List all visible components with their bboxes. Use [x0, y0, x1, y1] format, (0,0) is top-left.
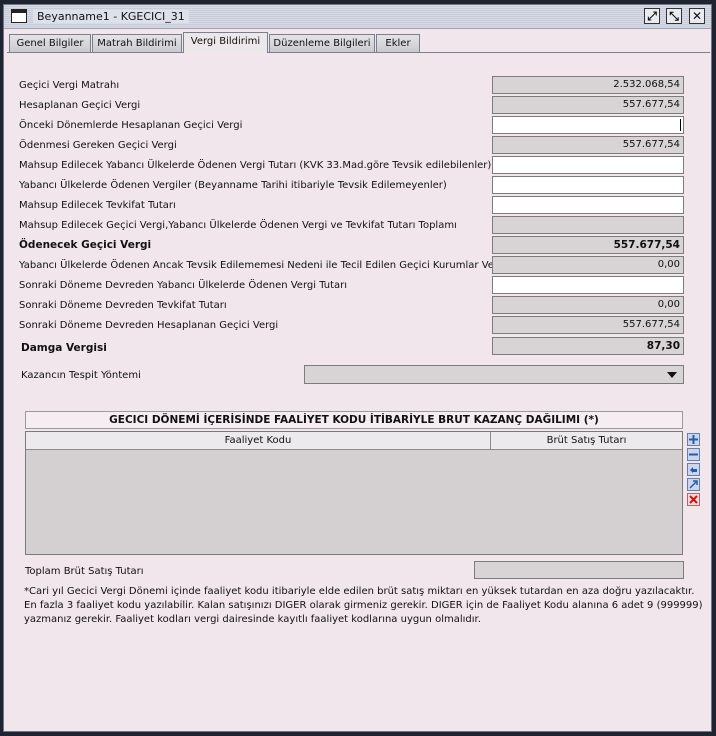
field-odenecek-gecici-vergi[interactable]: 557.677,54: [492, 236, 684, 254]
tab-genel-bilgiler[interactable]: Genel Bilgiler: [9, 34, 91, 52]
text-caret: [680, 119, 681, 131]
undo-icon[interactable]: [687, 463, 700, 476]
label-gecici-vergi-matrahi: Geçici Vergi Matrahı: [19, 80, 120, 91]
field-devreden-tevkifat[interactable]: 0,00: [492, 296, 684, 314]
label-odenmesi-gereken-gecici-vergi: Ödenmesi Gereken Geçici Vergi: [19, 140, 177, 151]
label-onceki-donem-gecici-vergi: Önceki Dönemlerde Hesaplanan Geçici Verg…: [19, 120, 243, 131]
label-kazanc-tespit-yontemi: Kazancın Tespit Yöntemi: [21, 370, 141, 381]
field-mahsup-toplam[interactable]: [492, 216, 684, 234]
declaration-window: Beyanname1 - KGECICI_31 ⤢ ⤡ ✕ Genel Bilg…: [3, 4, 712, 732]
label-devreden-hesaplanan-vergi: Sonraki Döneme Devreden Hesaplanan Geçic…: [19, 320, 279, 331]
field-yabanci-odenen-vergiler[interactable]: [492, 176, 684, 194]
faaliyet-section-title: GECICI DÖNEMİ İÇERİSİNDE FAALİYET KODU İ…: [25, 411, 683, 429]
window-title: Beyanname1 - KGECICI_31: [33, 10, 189, 23]
add-row-icon[interactable]: [687, 433, 700, 446]
import-icon[interactable]: [687, 478, 700, 491]
field-devreden-hesaplanan-vergi[interactable]: 557.677,54: [492, 316, 684, 334]
label-mahsup-toplam: Mahsup Edilecek Geçici Vergi,Yabancı Ülk…: [19, 220, 457, 231]
label-mahsup-yabanci-vergi: Mahsup Edilecek Yabancı Ülkelerde Ödenen…: [19, 160, 492, 171]
close-icon[interactable]: ✕: [689, 8, 705, 24]
window-icon: [11, 9, 27, 23]
field-odenmesi-gereken-gecici-vergi[interactable]: 557.677,54: [492, 136, 684, 154]
field-gecici-vergi-matrahi[interactable]: 2.532.068,54: [492, 76, 684, 94]
field-damga-vergisi[interactable]: 87,30: [492, 337, 684, 355]
footnote-line-2: En fazla 3 faaliyet kodu yazılabilir. Ka…: [24, 600, 703, 611]
tab-duzenleme-bilgileri[interactable]: Düzenleme Bilgileri: [269, 34, 375, 52]
tab-divider: [7, 52, 710, 53]
footnote: *Cari yıl Gecici Vergi Dönemi içinde faa…: [24, 585, 704, 627]
label-yabanci-odenen-vergiler: Yabancı Ülkelerde Ödenen Vergiler (Beyan…: [19, 180, 447, 191]
label-mahsup-tevkifat: Mahsup Edilecek Tevkifat Tutarı: [19, 200, 176, 211]
column-header-faaliyet-kodu[interactable]: Faaliyet Kodu: [26, 432, 491, 450]
faaliyet-table[interactable]: Faaliyet Kodu Brüt Satış Tutarı: [25, 431, 683, 555]
tab-ekler[interactable]: Ekler: [376, 34, 420, 52]
label-devreden-yabanci-vergi: Sonraki Döneme Devreden Yabancı Ülkelerd…: [19, 280, 348, 291]
footnote-line-3: yazmanız gerekir. Faaliyet kodları vergi…: [24, 614, 481, 625]
field-mahsup-tevkifat[interactable]: [492, 196, 684, 214]
delete-icon[interactable]: [687, 493, 700, 506]
label-odenecek-gecici-vergi: Ödenecek Geçici Vergi: [19, 239, 152, 251]
label-tecil-edilen-vergi: Yabancı Ülkelerde Ödenen Ancak Tevsik Ed…: [19, 260, 515, 271]
field-tecil-edilen-vergi[interactable]: 0,00: [492, 256, 684, 274]
field-onceki-donem-gecici-vergi[interactable]: [492, 116, 684, 134]
footnote-line-1: *Cari yıl Gecici Vergi Dönemi içinde faa…: [24, 586, 695, 597]
maximize-icon[interactable]: ⤡: [666, 8, 682, 24]
column-header-brut-satis[interactable]: Brüt Satış Tutarı: [491, 432, 682, 450]
field-devreden-yabanci-vergi[interactable]: [492, 276, 684, 294]
tab-vergi-bildirimi[interactable]: Vergi Bildirimi: [183, 32, 268, 53]
label-devreden-tevkifat: Sonraki Döneme Devreden Tevkifat Tutarı: [19, 300, 227, 311]
field-hesaplanan-gecici-vergi[interactable]: 557.677,54: [492, 96, 684, 114]
title-bar[interactable]: Beyanname1 - KGECICI_31 ⤢ ⤡ ✕: [4, 5, 711, 29]
tab-matrah-bildirimi[interactable]: Matrah Bildirimi: [92, 34, 182, 52]
field-mahsup-yabanci-vergi[interactable]: [492, 156, 684, 174]
label-toplam-brut-satis: Toplam Brüt Satış Tutarı: [25, 566, 144, 577]
field-toplam-brut-satis[interactable]: [474, 561, 684, 579]
restore-icon[interactable]: ⤢: [644, 8, 660, 24]
label-damga-vergisi: Damga Vergisi: [21, 342, 107, 354]
label-hesaplanan-gecici-vergi: Hesaplanan Geçici Vergi: [19, 100, 141, 111]
kazanc-tespit-yontemi-select[interactable]: [304, 365, 684, 384]
remove-row-icon[interactable]: [687, 448, 700, 461]
chevron-down-icon[interactable]: [667, 372, 677, 378]
